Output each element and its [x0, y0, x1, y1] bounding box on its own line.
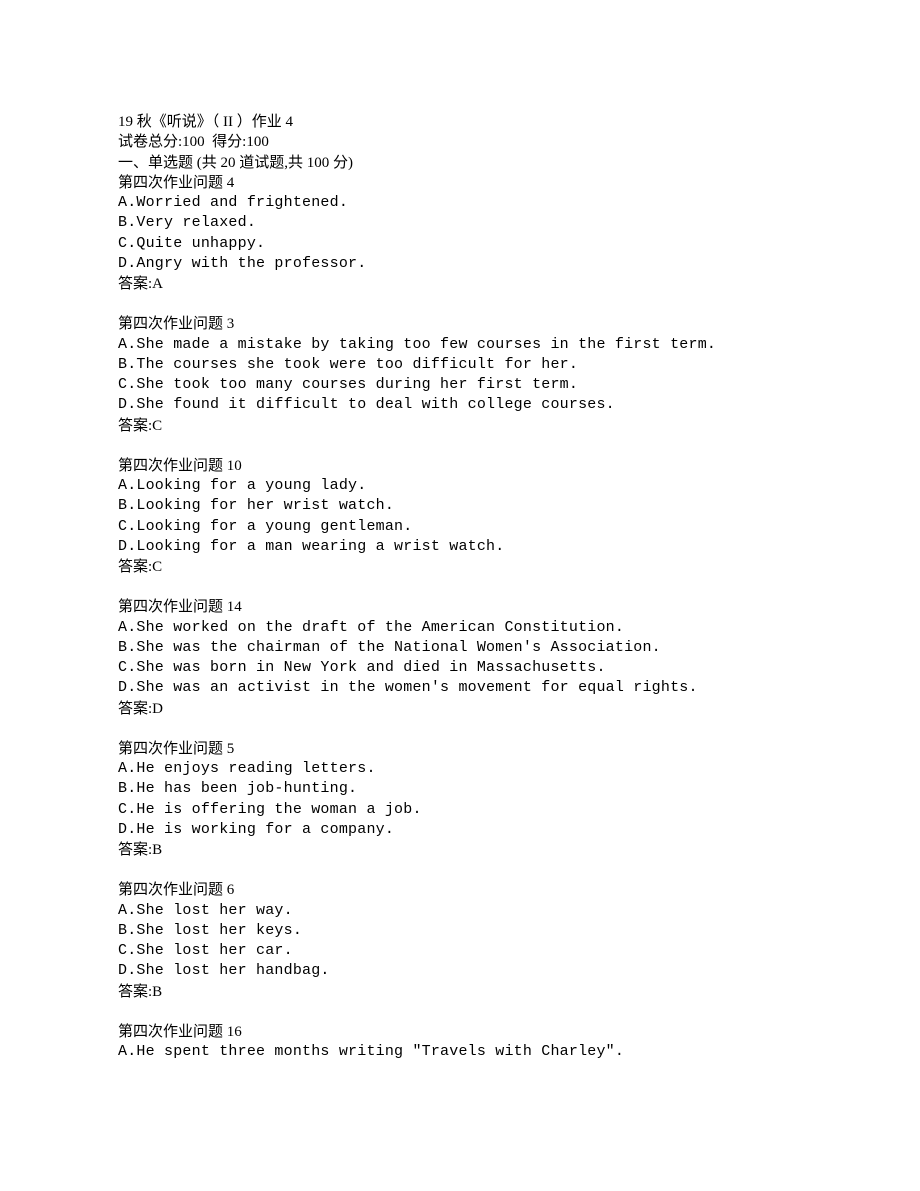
option-a: A.She lost her way.: [118, 901, 818, 921]
option-a: A.She made a mistake by taking too few c…: [118, 335, 818, 355]
question-block: 第四次作业问题 14 A.She worked on the draft of …: [118, 597, 818, 719]
option-b: B.She was the chairman of the National W…: [118, 638, 818, 658]
question-block: 第四次作业问题 3 A.She made a mistake by taking…: [118, 314, 818, 436]
option-d: D.Angry with the professor.: [118, 254, 818, 274]
option-d: D.She was an activist in the women's mov…: [118, 678, 818, 698]
option-b: B.He has been job-hunting.: [118, 779, 818, 799]
option-b: B.Looking for her wrist watch.: [118, 496, 818, 516]
option-a: A.He spent three months writing "Travels…: [118, 1042, 818, 1062]
option-c: C.She lost her car.: [118, 941, 818, 961]
answer-line: 答案:A: [118, 274, 818, 294]
option-a: A.He enjoys reading letters.: [118, 759, 818, 779]
option-c: C.She was born in New York and died in M…: [118, 658, 818, 678]
option-b: B.She lost her keys.: [118, 921, 818, 941]
option-b: B.The courses she took were too difficul…: [118, 355, 818, 375]
option-c: C.She took too many courses during her f…: [118, 375, 818, 395]
option-d: D.She found it difficult to deal with co…: [118, 395, 818, 415]
question-title: 第四次作业问题 4: [118, 173, 818, 193]
question-title: 第四次作业问题 3: [118, 314, 818, 334]
question-title: 第四次作业问题 5: [118, 739, 818, 759]
document-page: 19 秋《听说》（ II ）作业 4 试卷总分:100 得分:100 一、单选题…: [0, 0, 818, 1062]
question-block: 第四次作业问题 6 A.She lost her way. B.She lost…: [118, 880, 818, 1002]
option-d: D.Looking for a man wearing a wrist watc…: [118, 537, 818, 557]
question-block: 第四次作业问题 10 A.Looking for a young lady. B…: [118, 456, 818, 578]
section-title: 一、单选题 (共 20 道试题,共 100 分): [118, 153, 818, 173]
option-a: A.Worried and frightened.: [118, 193, 818, 213]
answer-line: 答案:B: [118, 840, 818, 860]
option-d: D.She lost her handbag.: [118, 961, 818, 981]
header-block: 19 秋《听说》（ II ）作业 4 试卷总分:100 得分:100 一、单选题…: [118, 112, 818, 294]
question-block: 第四次作业问题 5 A.He enjoys reading letters. B…: [118, 739, 818, 861]
answer-line: 答案:C: [118, 557, 818, 577]
answer-line: 答案:C: [118, 416, 818, 436]
question-block: 第四次作业问题 16 A.He spent three months writi…: [118, 1022, 818, 1063]
question-title: 第四次作业问题 16: [118, 1022, 818, 1042]
option-d: D.He is working for a company.: [118, 820, 818, 840]
option-c: C.Quite unhappy.: [118, 234, 818, 254]
option-c: C.He is offering the woman a job.: [118, 800, 818, 820]
answer-line: 答案:B: [118, 982, 818, 1002]
question-title: 第四次作业问题 10: [118, 456, 818, 476]
option-a: A.She worked on the draft of the America…: [118, 618, 818, 638]
doc-title: 19 秋《听说》（ II ）作业 4: [118, 112, 818, 132]
option-c: C.Looking for a young gentleman.: [118, 517, 818, 537]
question-title: 第四次作业问题 6: [118, 880, 818, 900]
question-title: 第四次作业问题 14: [118, 597, 818, 617]
option-a: A.Looking for a young lady.: [118, 476, 818, 496]
answer-line: 答案:D: [118, 699, 818, 719]
option-b: B.Very relaxed.: [118, 213, 818, 233]
score-line: 试卷总分:100 得分:100: [118, 132, 818, 152]
